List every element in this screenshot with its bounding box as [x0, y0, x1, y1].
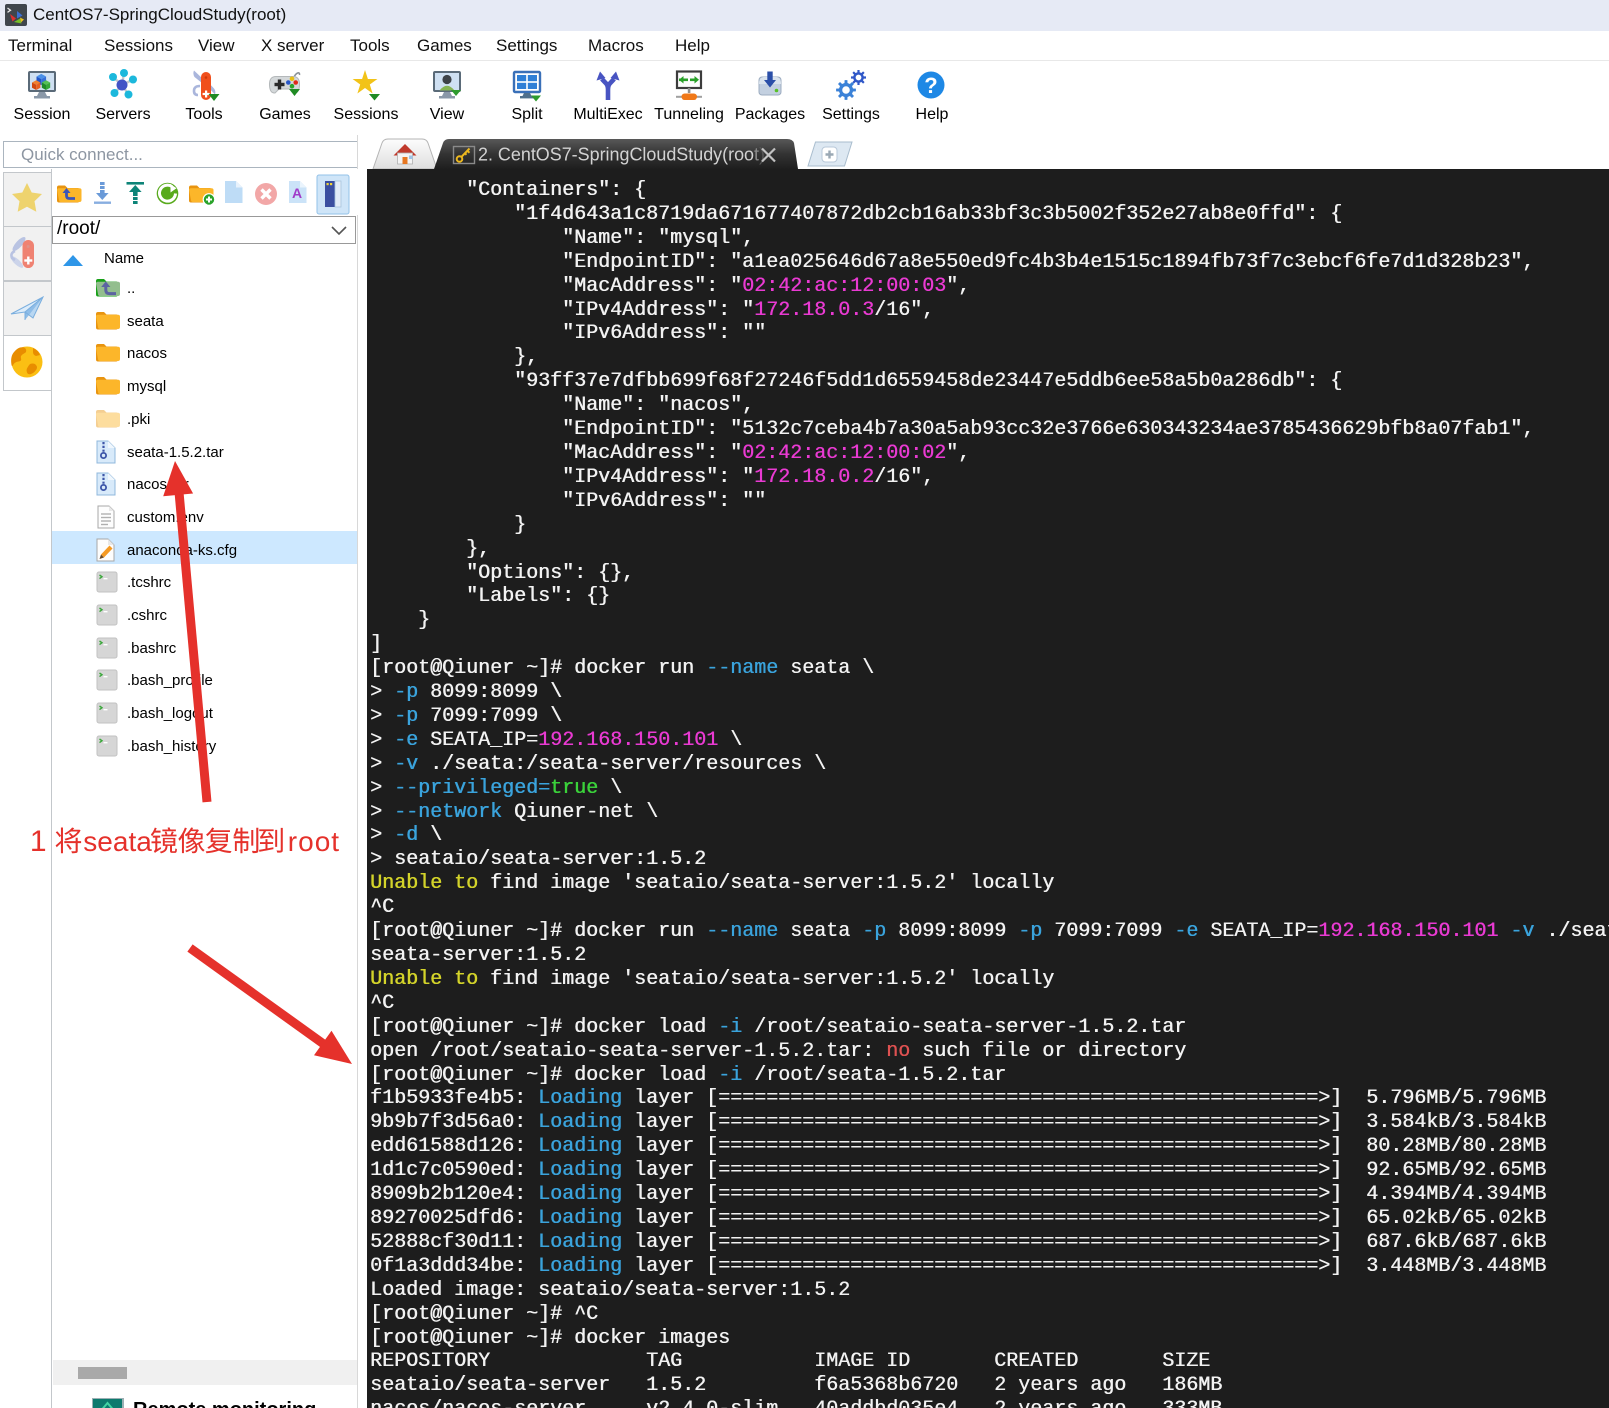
svg-text:A: A: [292, 185, 302, 201]
svg-text:?: ?: [924, 73, 937, 98]
svg-text:1: 1: [30, 825, 47, 858]
svg-text:root: root: [288, 826, 340, 857]
svg-text:seata: seata: [83, 826, 152, 857]
svg-text:2. CentOS7-SpringCloudStudy(ro: 2. CentOS7-SpringCloudStudy(root): [478, 145, 765, 165]
